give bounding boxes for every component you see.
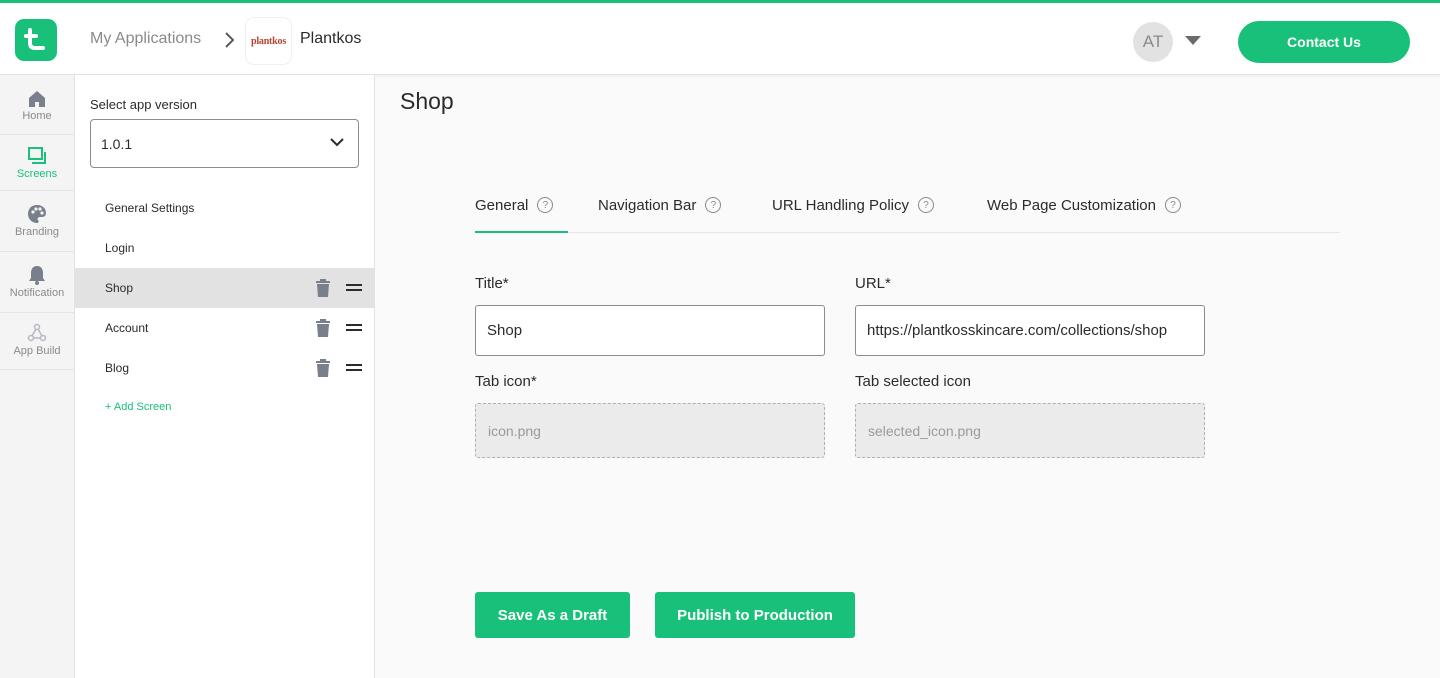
brand-logo-text: plantkos: [250, 35, 287, 47]
nav-label: Home: [22, 110, 52, 122]
screen-item-general-settings[interactable]: General Settings: [75, 188, 374, 228]
nav-item-screens[interactable]: Screens: [0, 135, 74, 191]
nav-item-notification[interactable]: Notification: [0, 252, 74, 313]
build-icon: [27, 323, 47, 342]
tab-label: Navigation Bar: [598, 196, 697, 214]
bell-icon: [29, 266, 45, 285]
add-screen-link[interactable]: + Add Screen: [105, 401, 171, 413]
help-icon[interactable]: ?: [537, 197, 554, 213]
page-title: Shop: [400, 88, 454, 114]
trash-icon[interactable]: [316, 279, 330, 297]
trash-icon[interactable]: [316, 359, 330, 377]
left-nav: Home Screens Branding Notification App B…: [0, 75, 75, 678]
title-input[interactable]: [475, 305, 825, 356]
save-draft-button[interactable]: Save As a Draft: [475, 592, 630, 638]
screen-item-login[interactable]: Login: [75, 228, 374, 268]
tab-icon-label: Tab icon*: [475, 373, 537, 390]
help-icon[interactable]: ?: [1164, 197, 1181, 213]
tab-label: General: [475, 196, 529, 214]
app-logo[interactable]: [15, 19, 57, 61]
screen-item-account[interactable]: Account: [75, 308, 374, 348]
drag-handle-icon[interactable]: [346, 284, 362, 291]
version-value: 1.0.1: [101, 135, 133, 152]
nav-item-home[interactable]: Home: [0, 75, 74, 135]
chevron-right-icon: [225, 32, 235, 48]
nav-label: App Build: [13, 345, 61, 357]
tab-label: Web Page Customization: [987, 196, 1156, 214]
drag-handle-icon[interactable]: [346, 364, 362, 371]
nav-item-branding[interactable]: Branding: [0, 191, 74, 252]
breadcrumb-my-applications[interactable]: My Applications: [90, 30, 201, 48]
screen-item-shop[interactable]: Shop: [75, 268, 374, 308]
help-icon[interactable]: ?: [918, 197, 935, 213]
nav-label: Notification: [9, 287, 65, 299]
tab-icon-upload[interactable]: icon.png: [475, 403, 825, 458]
screen-name: Blog: [105, 361, 130, 375]
home-icon: [29, 91, 45, 107]
top-bar: My Applications plantkos Plantkos AT Con…: [0, 0, 1440, 75]
screen-item-blog[interactable]: Blog: [75, 348, 374, 388]
palette-icon: [28, 205, 46, 223]
user-avatar[interactable]: AT: [1133, 22, 1173, 62]
tab-selected-icon-upload[interactable]: selected_icon.png: [855, 403, 1205, 458]
drag-handle-icon[interactable]: [346, 324, 362, 331]
tab-web-page-customization[interactable]: Web Page Customization ?: [987, 178, 1181, 232]
logo-icon: [24, 28, 45, 50]
screens-panel: Select app version 1.0.1 General Setting…: [75, 75, 375, 678]
nav-item-app-build[interactable]: App Build: [0, 313, 74, 370]
contact-us-button[interactable]: Contact Us: [1238, 21, 1410, 63]
help-icon[interactable]: ?: [705, 197, 722, 213]
trash-icon[interactable]: [316, 319, 330, 337]
tab-label: URL Handling Policy: [772, 196, 910, 214]
version-select[interactable]: 1.0.1: [90, 119, 359, 168]
nav-label: Screens: [16, 168, 58, 180]
chevron-down-icon: [330, 138, 344, 147]
tab-bar: General ? Navigation Bar ? URL Handling …: [475, 178, 1340, 233]
tab-selected-icon-label: Tab selected icon: [855, 373, 971, 390]
screens-icon: [28, 147, 46, 164]
nav-label: Branding: [14, 226, 60, 238]
tab-general[interactable]: General ?: [475, 178, 568, 233]
screen-name: Login: [105, 241, 135, 255]
version-label: Select app version: [90, 97, 197, 112]
caret-down-icon[interactable]: [1185, 36, 1201, 45]
app-brand-logo: plantkos: [246, 18, 291, 64]
screen-name: Account: [105, 321, 149, 335]
screen-name: General Settings: [105, 201, 195, 215]
tab-selected-icon-placeholder: selected_icon.png: [868, 422, 981, 439]
tab-navigation-bar[interactable]: Navigation Bar ?: [598, 178, 722, 232]
url-input[interactable]: [855, 305, 1205, 356]
publish-button[interactable]: Publish to Production: [655, 592, 855, 638]
screen-name: Shop: [105, 281, 134, 295]
tab-icon-placeholder: icon.png: [488, 422, 541, 439]
tab-url-handling-policy[interactable]: URL Handling Policy ?: [772, 178, 935, 232]
url-label: URL*: [855, 275, 891, 292]
breadcrumb-current-app: Plantkos: [300, 30, 362, 47]
title-label: Title*: [475, 275, 509, 292]
